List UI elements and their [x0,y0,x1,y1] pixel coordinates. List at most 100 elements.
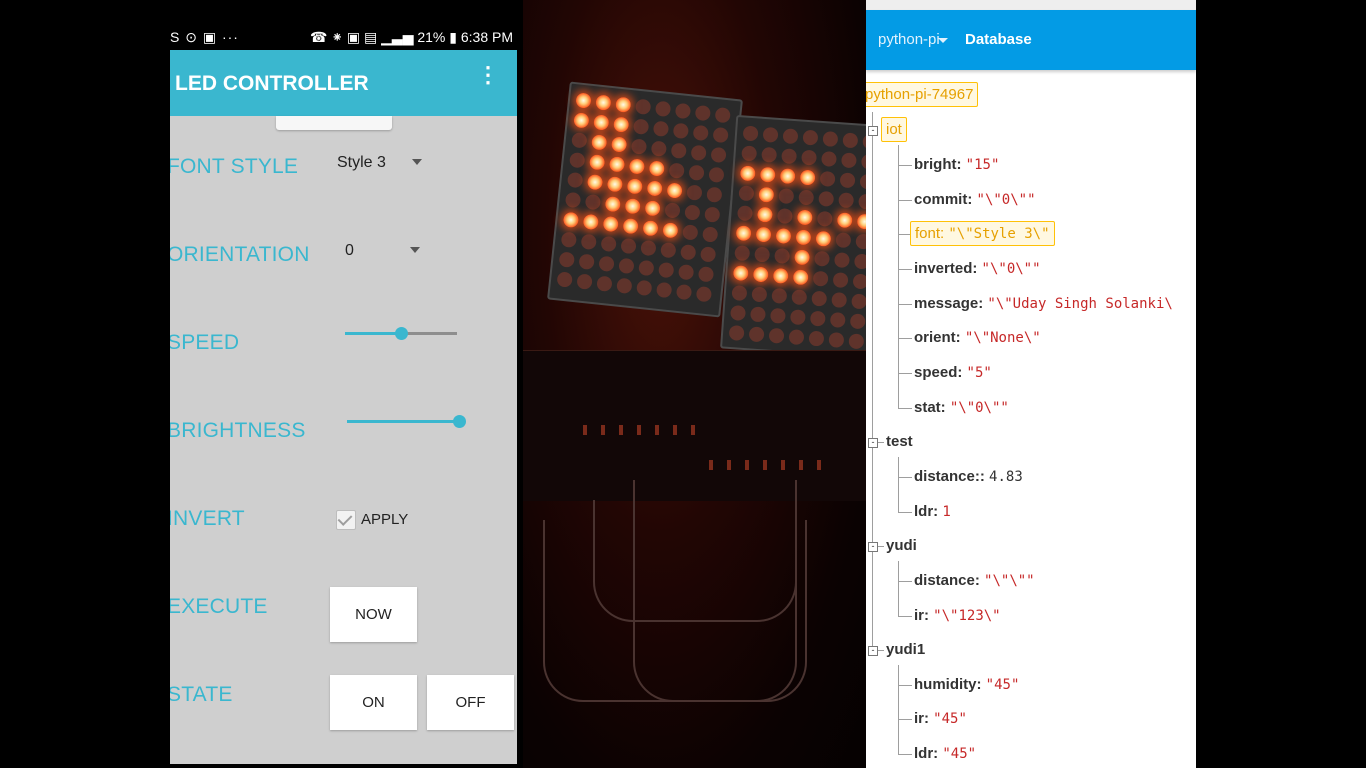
led-off [584,193,602,211]
node-yudi1-ldr[interactable]: ldr: "45" [914,745,976,762]
collapse-icon[interactable]: - [868,126,878,136]
led-off [838,192,855,209]
tree-branch [898,754,912,755]
speed-slider[interactable] [345,327,457,340]
node-test-ldr[interactable]: ldr: 1 [914,503,951,520]
led-off [620,237,637,255]
dropdown-arrow-icon [410,247,420,253]
led-off [809,310,826,327]
root-node[interactable]: python-pi-74967 [866,82,979,107]
led-off [636,279,653,297]
tree-branch [898,477,912,478]
tree-line [898,561,899,616]
led-off [811,290,828,307]
led-off [564,191,582,209]
led-off [695,285,713,303]
node-iot-inverted[interactable]: inverted: "\"0\"" [914,260,1041,277]
led-off [690,144,707,162]
brightness-slider-thumb[interactable] [453,415,466,428]
on-button[interactable]: ON [330,675,417,730]
collapse-icon[interactable]: - [868,646,878,656]
led-off [840,152,857,169]
off-button[interactable]: OFF [427,675,514,730]
led-off [688,164,705,181]
value: 4.83 [989,469,1023,485]
now-button[interactable]: NOW [330,587,417,642]
orientation-dropdown[interactable]: 0 [345,242,420,260]
brightness-label: BRIGHTNESS [170,419,306,442]
led-off [819,170,836,187]
led-matrix-left [547,81,743,318]
led-off [762,126,779,143]
hidden-button[interactable] [276,116,392,130]
led-off [822,131,839,148]
node-iot-commit[interactable]: commit: "\"0\"" [914,191,1036,208]
led-off [828,331,845,348]
tree-branch [898,304,912,305]
collapse-icon[interactable]: - [868,438,878,448]
led-off [849,313,866,330]
header-pin [655,425,659,435]
led-off [708,166,725,184]
node-iot-orient[interactable]: orient: "\"None\" [914,329,1041,346]
node-iot-message[interactable]: message: "\"Uday Singh Solanki\ [914,295,1173,312]
node-yudi-ir[interactable]: ir: "\"123\" [914,607,1001,624]
value: "\"0\"" [981,261,1041,277]
node-iot-speed[interactable]: speed: "5" [914,364,992,381]
led-on [562,211,580,229]
led-off [634,98,652,116]
dropdown-arrow-icon[interactable] [938,38,948,43]
tree-branch [878,546,884,547]
node-yudi-distance[interactable]: distance: "\"\"" [914,572,1035,589]
led-on [815,230,832,247]
led-off [737,205,754,222]
brightness-slider[interactable] [347,415,466,428]
led-off [682,224,699,241]
node-test-distance[interactable]: distance:: 4.83 [914,468,1023,485]
tree-branch [898,512,912,513]
led-off [839,172,856,189]
node-iot-font[interactable]: font: "\"Style 3\" [910,221,1055,246]
led-off [556,271,573,288]
node-yudi1-ir[interactable]: ir: "45" [914,710,967,727]
led-off [768,327,785,344]
apply-checkbox[interactable] [336,510,356,530]
key: humidity: [914,676,982,693]
led-off [560,231,578,249]
led-off [771,287,788,304]
led-off [657,261,675,279]
led-on [615,96,632,113]
invert-label: INVERT [170,507,245,530]
node-iot-bright[interactable]: bright: "15" [914,156,999,173]
checkmark-icon [337,511,353,526]
led-off [731,285,748,302]
orientation-value: 0 [345,242,354,259]
font-style-dropdown[interactable]: Style 3 [337,154,422,172]
firebase-header: python-pi Database [866,10,1196,70]
led-on [794,249,811,266]
led-off [738,185,755,202]
tree-branch [898,685,912,686]
led-on [836,212,853,229]
speed-slider-thumb[interactable] [395,327,408,340]
led-off [699,246,717,263]
led-on [612,116,630,133]
led-off [789,309,806,326]
node-iot-stat[interactable]: stat: "\"0\"" [914,399,1009,416]
execute-label: EXECUTE [170,595,268,618]
led-off [694,104,712,122]
overflow-menu-icon[interactable]: ⋮ [477,64,499,86]
node-yudi1[interactable]: yudi1 [886,641,925,658]
led-on [735,225,752,242]
collapse-icon[interactable]: - [868,542,878,552]
node-iot[interactable]: iot [881,117,907,142]
project-selector[interactable]: python-pi [878,31,940,48]
database-tab[interactable]: Database [965,31,1032,48]
key: font: [915,225,945,242]
node-yudi[interactable]: yudi [886,537,917,554]
node-test[interactable]: test [886,433,913,450]
led-off [748,326,765,343]
led-on [602,215,619,233]
led-off [848,333,865,350]
node-yudi1-humidity[interactable]: humidity: "45" [914,676,1019,693]
